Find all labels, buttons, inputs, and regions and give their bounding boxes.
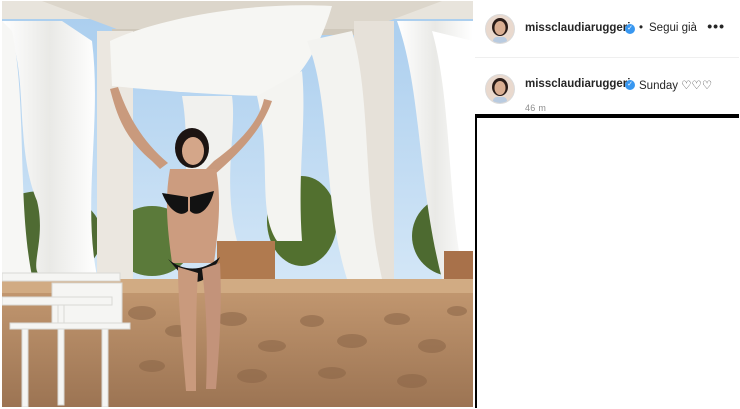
- verified-badge-icon: ✓: [625, 24, 635, 34]
- more-options-icon[interactable]: •••: [707, 18, 725, 34]
- caption-avatar-image: [486, 75, 514, 103]
- follow-status-button[interactable]: Segui già: [649, 22, 697, 34]
- caption-verified-badge-icon: ✓: [625, 80, 635, 90]
- instagram-post-view: missclaudiaruggeri ✓ • Segui già ••• mis…: [0, 0, 740, 409]
- avatar-image: [486, 15, 514, 43]
- caption-text: Sunday ♡♡♡: [639, 80, 713, 92]
- author-username[interactable]: missclaudiaruggeri: [525, 22, 630, 34]
- panel-left-border: [475, 118, 477, 408]
- post-timestamp[interactable]: 46 m: [525, 103, 546, 113]
- caption-username[interactable]: missclaudiaruggeri: [525, 78, 630, 90]
- post-photo[interactable]: [2, 1, 473, 407]
- caption-avatar[interactable]: [485, 74, 515, 104]
- post-side-panel: missclaudiaruggeri ✓ • Segui già ••• mis…: [475, 1, 739, 408]
- panel-divider: [475, 114, 739, 118]
- post-photo-illustration: [2, 1, 473, 407]
- caption: missclaudiaruggeri ✓ Sunday ♡♡♡ 46 m: [475, 58, 739, 116]
- author-avatar[interactable]: [485, 14, 515, 44]
- follow-separator: •: [639, 22, 644, 34]
- post-header: missclaudiaruggeri ✓ • Segui già •••: [475, 1, 739, 58]
